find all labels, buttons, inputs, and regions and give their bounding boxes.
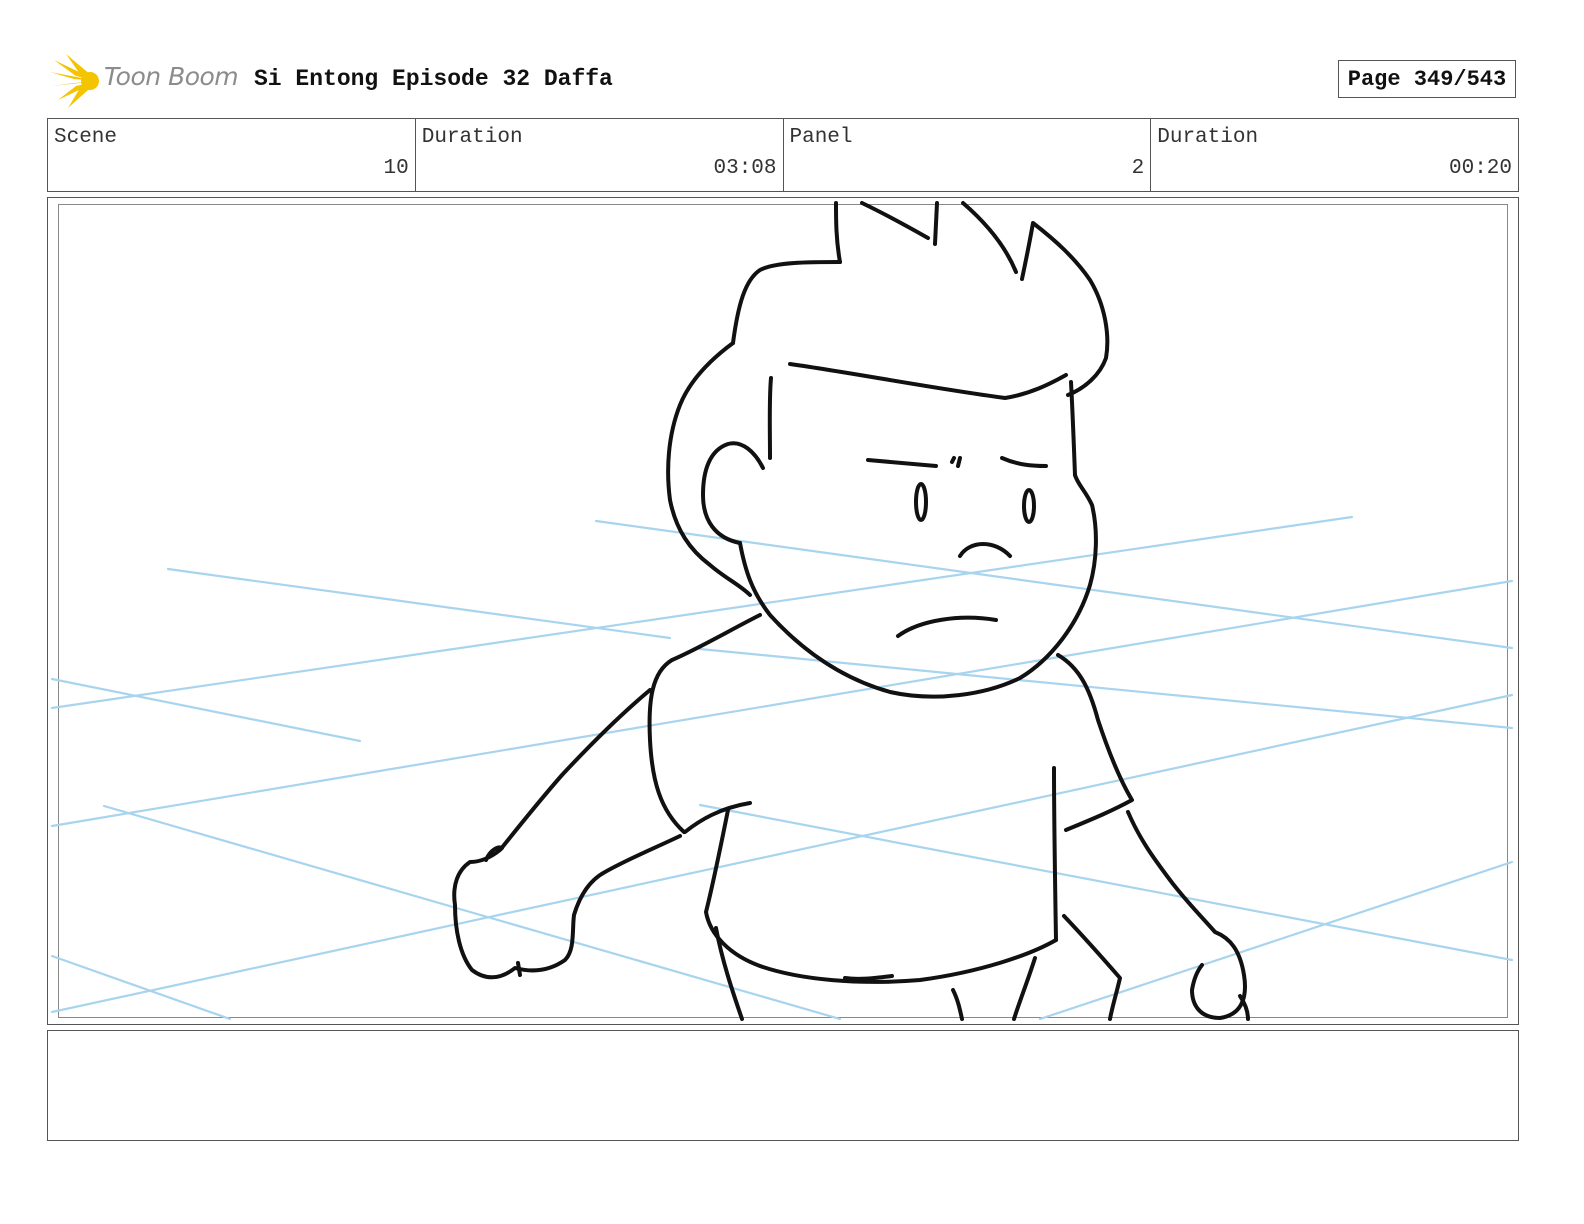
panel-value: 2 <box>1131 157 1145 180</box>
panel-duration-value: 00:20 <box>1448 157 1512 180</box>
panel-cell: Panel 2 <box>784 119 1152 191</box>
character-line-art <box>452 201 1250 1021</box>
panel-duration-cell: Duration 00:20 <box>1151 119 1518 191</box>
starburst-icon <box>50 54 99 108</box>
panel-label: Panel <box>789 126 853 149</box>
panel-duration-label: Duration <box>1157 126 1259 149</box>
storyboard-sketch <box>50 201 1514 1021</box>
scene-duration-value: 03:08 <box>713 157 777 180</box>
panel-info-table: Scene 10 Duration 03:08 Panel 2 Duration… <box>47 118 1519 192</box>
scene-value: 10 <box>383 157 409 180</box>
project-title: Si Entong Episode 32 Daffa <box>254 66 613 92</box>
scene-duration-label: Duration <box>421 126 523 149</box>
page-indicator: Page 349/543 <box>1338 60 1516 98</box>
scene-duration-cell: Duration 03:08 <box>416 119 784 191</box>
panel-notes-box <box>47 1030 1519 1141</box>
scene-cell: Scene 10 <box>48 119 416 191</box>
toon-boom-logo: Toon Boom <box>50 54 240 108</box>
scene-label: Scene <box>54 126 118 149</box>
logo-text: Toon Boom <box>104 62 239 91</box>
perspective-guide-lines <box>50 515 1514 1021</box>
